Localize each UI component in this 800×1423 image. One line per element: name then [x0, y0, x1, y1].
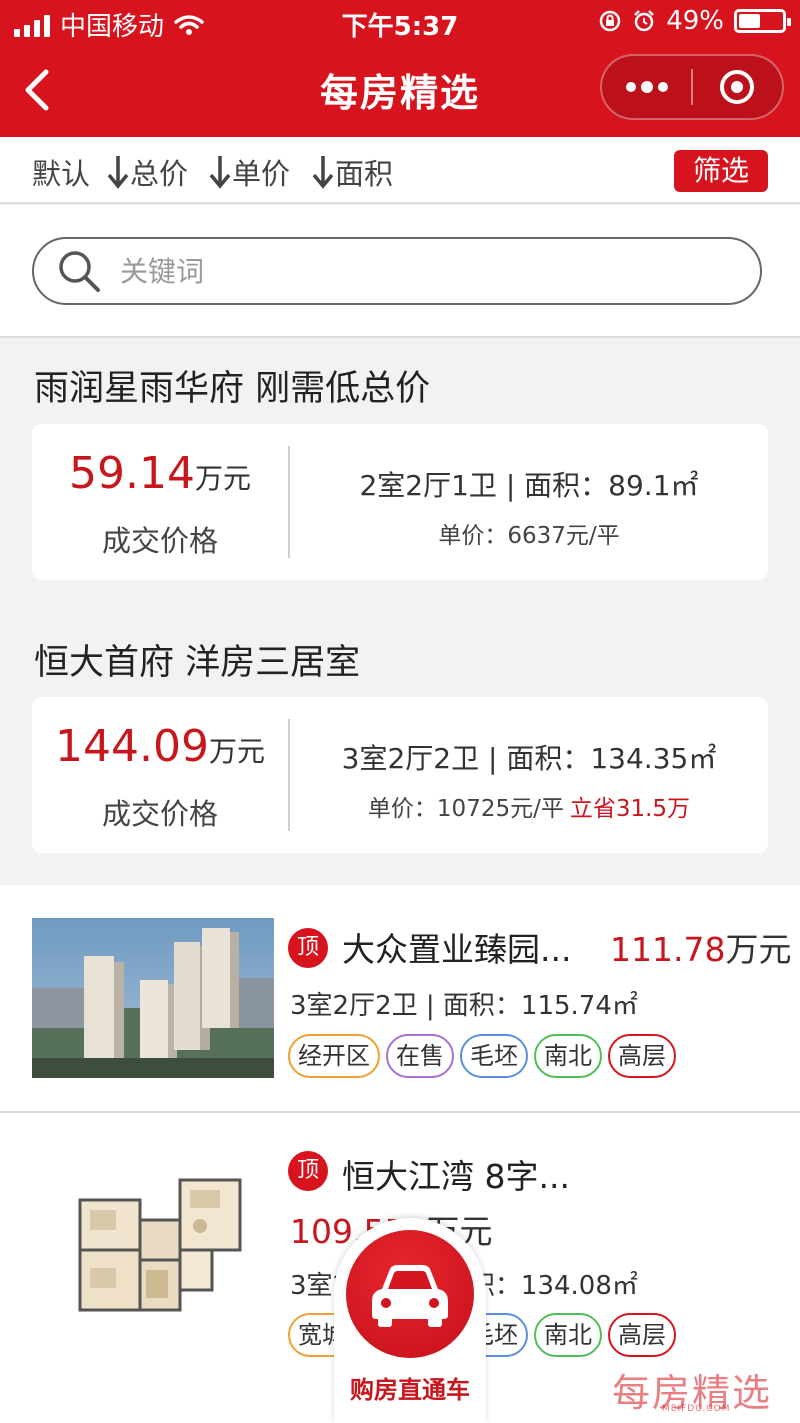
search-box[interactable] [32, 237, 762, 305]
watermark-subtext: MEIFDC.COM [662, 1404, 731, 1414]
more-dots-icon [625, 81, 668, 93]
miniprogram-capsule [600, 54, 784, 120]
deal-title: 雨润星雨华府 刚需低总价 [34, 369, 431, 409]
tag-building-type: 高层 [608, 1034, 676, 1078]
sort-area-label: 面积 [335, 157, 394, 191]
rotation-lock-icon [599, 10, 621, 32]
deal-unit-price: 单价：10725元/平 立省31.5万 [367, 796, 691, 822]
deal-spec: 3室2厅2卫 | 面积：134.35㎡ [341, 742, 717, 775]
building-rendering-image [32, 918, 274, 1078]
deal-spec: 2室2厅1卫 | 面积：89.1㎡ [359, 469, 699, 502]
floor-plan-image [32, 1160, 274, 1320]
top-bar: 中国移动 下午5:37 49% 每房精选 [0, 0, 800, 137]
sort-unit-price[interactable]: 单价 [208, 151, 290, 193]
more-menu-button[interactable] [602, 56, 691, 118]
sort-total-price[interactable]: 总价 [106, 151, 188, 193]
tag-orientation: 南北 [534, 1034, 602, 1078]
arrow-down-icon [209, 156, 231, 189]
top-badge: 顶 [288, 1151, 328, 1191]
sort-unit-price-label: 单价 [232, 157, 291, 191]
sort-total-price-label: 总价 [130, 157, 189, 191]
nav-bar: 每房精选 [0, 44, 800, 137]
search-input[interactable] [120, 254, 680, 288]
arrow-down-icon [107, 156, 129, 189]
listing-tags: 经开区 在售 毛坯 南北 高层 [288, 1034, 676, 1078]
deal-price-label: 成交价格 [101, 524, 218, 558]
tag-orientation: 南北 [534, 1313, 602, 1357]
sort-default[interactable]: 默认 [32, 151, 90, 193]
alarm-icon [634, 10, 655, 32]
tag-decoration: 毛坯 [460, 1034, 528, 1078]
deal-price: 144.09万元 [55, 721, 265, 772]
arrow-down-icon [312, 156, 334, 189]
top-badge: 顶 [288, 928, 328, 968]
deal-card[interactable]: 59.14万元 成交价格 2室2厅1卫 | 面积：89.1㎡ 单价：6637元/… [32, 424, 768, 580]
deal-price: 59.14万元 [69, 448, 251, 499]
deal-unit-price: 单价：6637元/平 [438, 523, 620, 549]
float-button-circle [346, 1230, 474, 1358]
sort-area[interactable]: 面积 [311, 151, 393, 193]
listing-spec: 3室2厅2卫 | 面积：115.74㎡ [290, 991, 638, 1021]
tag-status: 在售 [386, 1034, 454, 1078]
deal-price-label: 成交价格 [101, 797, 218, 831]
car-icon [372, 1265, 448, 1327]
deal-saving: 立省31.5万 [569, 796, 691, 822]
status-bar: 中国移动 下午5:37 49% [0, 0, 800, 44]
search-section [0, 205, 800, 338]
tag-building-type: 高层 [608, 1313, 676, 1357]
house-buying-shuttle-button[interactable]: 购房直通车 [334, 1218, 486, 1423]
close-miniprogram-button[interactable] [693, 56, 782, 118]
float-button-label: 购房直通车 [350, 1376, 470, 1404]
brand-watermark: 每房精选 MEIFDC.COM [612, 1362, 792, 1415]
listing-item[interactable]: 顶 大众置业臻园... 111.78万元 3室2厅2卫 | 面积：115.74㎡… [0, 885, 800, 1113]
listing-name: 大众置业臻园... [342, 930, 572, 969]
filter-button[interactable]: 筛选 [674, 150, 768, 192]
tag-district: 经开区 [288, 1034, 380, 1078]
battery-percent: 49% [666, 6, 724, 36]
deal-card[interactable]: 144.09万元 成交价格 3室2厅2卫 | 面积：134.35㎡ 单价：107… [32, 697, 768, 853]
sort-bar: 默认 总价 单价 面积 筛选 [0, 137, 800, 204]
listing-name: 恒大江湾 8字... [342, 1157, 570, 1196]
deal-title: 恒大首府 洋房三居室 [34, 643, 361, 683]
target-close-icon [720, 70, 755, 104]
sort-default-label: 默认 [32, 157, 91, 191]
battery-icon [734, 9, 791, 33]
listing-price: 111.78万元 [610, 930, 792, 969]
search-icon [59, 251, 100, 292]
